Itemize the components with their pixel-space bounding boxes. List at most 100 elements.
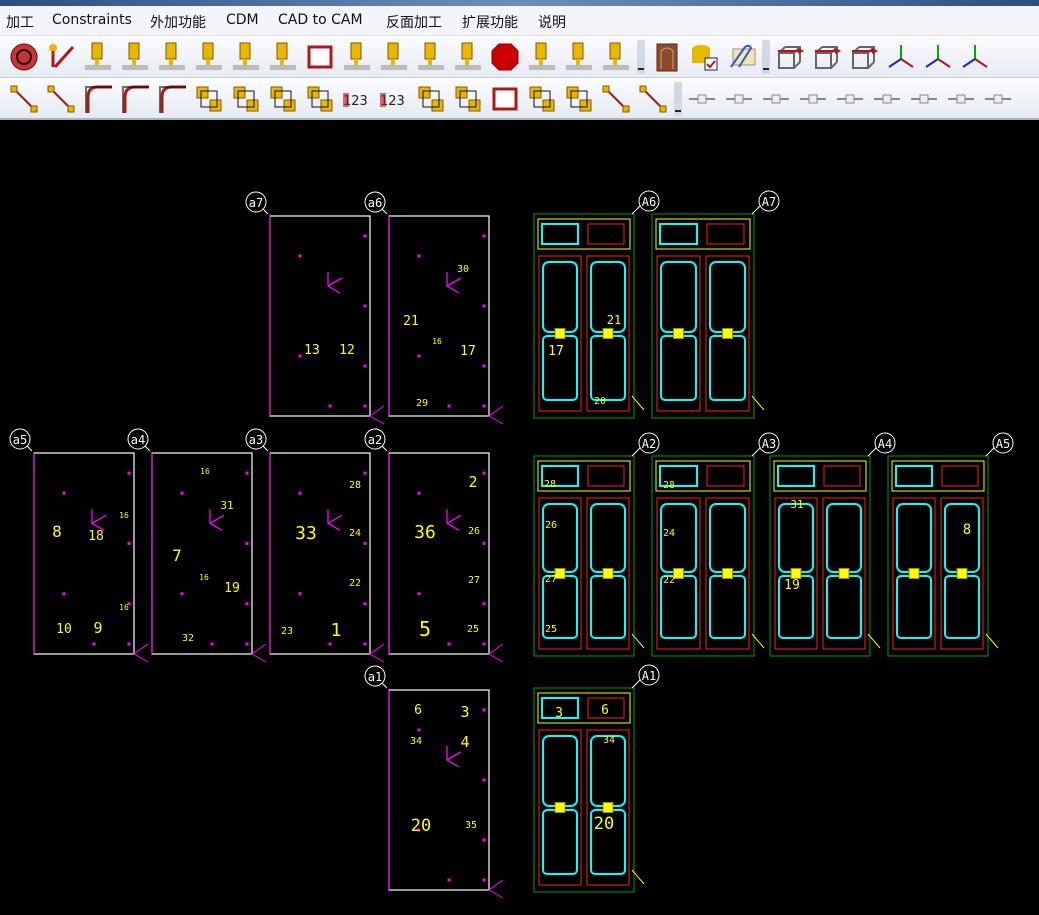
door-panel-upper: [542, 735, 578, 807]
stack-button[interactable]: [415, 83, 447, 115]
corner-marker: [251, 643, 267, 663]
tool-path-button[interactable]: [119, 41, 151, 73]
drill-point: [180, 592, 184, 596]
toolbar-overflow-grip[interactable]: [762, 40, 770, 74]
snap-line-button[interactable]: [723, 83, 755, 115]
3d-path-button[interactable]: [230, 41, 262, 73]
drill-point-button[interactable]: [267, 41, 299, 73]
cutter-move-button[interactable]: [82, 41, 114, 73]
toolbar-overflow-grip[interactable]: [637, 40, 645, 74]
part-number-label: 16: [200, 467, 210, 476]
part-number-label: 28: [349, 480, 361, 491]
panel-a4: a4 16 31 7 16 19 32: [127, 428, 267, 663]
menu-cad-to-cam[interactable]: CAD to CAM: [278, 12, 363, 28]
chamfer-button[interactable]: [119, 83, 151, 115]
cutter-move-icon: [85, 42, 111, 70]
line-segment-button[interactable]: [45, 83, 77, 115]
snap-endpoint-button[interactable]: [686, 83, 718, 115]
view-side-box-button[interactable]: [811, 41, 843, 73]
pen-draw-button[interactable]: [45, 41, 77, 73]
view-top-box-icon: [852, 46, 879, 69]
lift-up-button[interactable]: [526, 83, 558, 115]
menu-constraints[interactable]: Constraints: [52, 12, 132, 28]
snap-perpendicular-button[interactable]: [908, 83, 940, 115]
part-number-label: 2: [468, 473, 477, 491]
part-number-label: 13: [304, 343, 320, 358]
menu-help[interactable]: 说明: [538, 12, 566, 32]
renumber-button[interactable]: 123: [378, 83, 410, 115]
menu-back-machining[interactable]: 反面加工: [386, 12, 442, 32]
part-number-label: 3: [460, 703, 469, 721]
cad-drawing[interactable]: a713 12a63021161729a58 18161610 9a416317161…: [0, 122, 1039, 915]
stop-button[interactable]: [489, 41, 521, 73]
axes-front-button[interactable]: [922, 41, 954, 73]
axes-iso-button[interactable]: [885, 41, 917, 73]
frame-button[interactable]: [489, 83, 521, 115]
drill-point: [328, 404, 332, 408]
origin-marker: [327, 272, 343, 294]
part-number-label: 36: [414, 522, 436, 543]
rectangle-button[interactable]: [304, 41, 336, 73]
snap-midpoint-button[interactable]: [760, 83, 792, 115]
snap-quadrant-button[interactable]: [982, 83, 1014, 115]
number-order-button[interactable]: 123: [341, 83, 373, 115]
ungroup-button[interactable]: [267, 83, 299, 115]
panel-tag: A5: [996, 437, 1010, 451]
arc-rotate-button[interactable]: [156, 83, 188, 115]
top-rail-panel: [895, 465, 933, 487]
drill-point: [363, 642, 367, 646]
drawing-canvas[interactable]: a7 13 12 a6 30 21 16 17 29 a5 8 18 16 16 10 9 a4 16 31 7 16 1…: [0, 122, 1039, 915]
tool-list-button[interactable]: [415, 41, 447, 73]
multi-tool-button[interactable]: [563, 41, 595, 73]
door-button[interactable]: [651, 41, 683, 73]
drill-point: [482, 838, 486, 842]
menu-cdm[interactable]: CDM: [226, 12, 259, 28]
view-top-box-button[interactable]: [848, 41, 880, 73]
move-to-button[interactable]: [304, 83, 336, 115]
engrave-button[interactable]: [378, 41, 410, 73]
fillet-button[interactable]: [82, 83, 114, 115]
drill-point: [245, 471, 249, 475]
attach-mail-button[interactable]: [725, 41, 757, 73]
move-to-icon: [307, 86, 333, 112]
grid-array-button[interactable]: [452, 83, 484, 115]
cutter-line-button[interactable]: [341, 41, 373, 73]
pocket-tool-button[interactable]: [193, 41, 225, 73]
surface-tool-button[interactable]: [156, 41, 188, 73]
tool-cycle-button[interactable]: [526, 41, 558, 73]
door-panel-upper: [778, 503, 814, 573]
drill-point: [417, 354, 421, 358]
view-front-box-button[interactable]: [774, 41, 806, 73]
menu-addons[interactable]: 外加功能: [150, 12, 206, 32]
drill-point: [298, 491, 302, 495]
panel-a2: a2 2 36 26 27 5 25: [364, 428, 504, 663]
snap-center-button[interactable]: [797, 83, 829, 115]
explode-arrows-button[interactable]: [452, 41, 484, 73]
scale-query-button[interactable]: [637, 83, 669, 115]
group-select-button[interactable]: [230, 83, 262, 115]
slant-move-button[interactable]: [563, 83, 595, 115]
tool-to-part-button[interactable]: [600, 41, 632, 73]
rotate-view-button[interactable]: [8, 41, 40, 73]
panel-a6: a6 30 21 16 17 29: [364, 191, 504, 425]
panel-a1: a1 6 3 34 4 20 35: [364, 665, 504, 899]
database-check-button[interactable]: [688, 41, 720, 73]
part-number-label: 16: [119, 511, 129, 520]
toolbar-overflow-grip[interactable]: [674, 82, 682, 116]
diagonal-split-button[interactable]: [193, 83, 225, 115]
pocket-tool-icon: [196, 42, 222, 70]
mirror-query-button[interactable]: [600, 83, 632, 115]
snap-tangent-button[interactable]: [871, 83, 903, 115]
panel-border: [151, 452, 253, 655]
axes-side-button[interactable]: [959, 41, 991, 73]
drill-point: [482, 471, 486, 475]
snap-parallel-button[interactable]: [945, 83, 977, 115]
panel-A2: A2 28 26 27 25: [533, 432, 660, 657]
polyline-button[interactable]: [8, 83, 40, 115]
menu-machining[interactable]: 加工: [6, 12, 34, 32]
ungroup-icon: [270, 86, 296, 112]
snap-intersection-button[interactable]: [834, 83, 866, 115]
menu-extensions[interactable]: 扩展功能: [462, 12, 518, 32]
door-ornament: [554, 328, 566, 339]
panel-a3: a3 28 33 24 22 23 1: [245, 428, 385, 663]
